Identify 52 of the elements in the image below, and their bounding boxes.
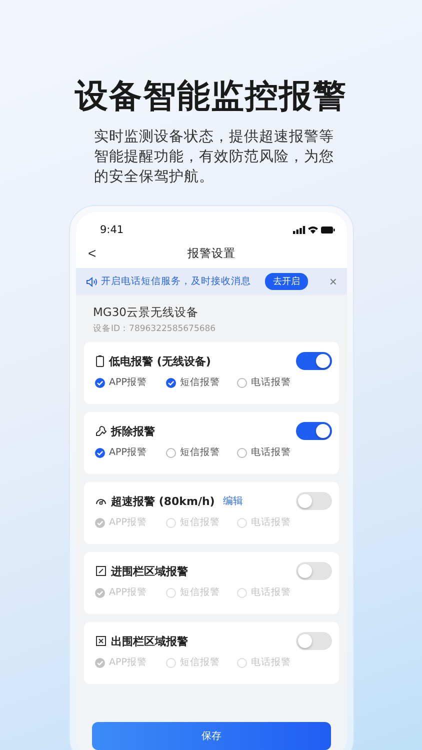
option-label: APP报警 — [109, 446, 147, 459]
alert-title: 拆除报警 — [111, 424, 155, 438]
check-circle[interactable] — [166, 378, 176, 388]
option-label: APP报警 — [109, 376, 147, 389]
headline: 设备智能监控报警 — [74, 75, 348, 117]
option-label: 短信报警 — [180, 446, 220, 459]
option-label: 短信报警 — [180, 656, 220, 669]
enable-button[interactable]: 去开启 — [265, 273, 308, 290]
option-label: APP报警 — [109, 516, 147, 529]
subtitle: 实时监测设备状态，提供超速报警等智能提醒功能，有效防范风险，为您的安全保驾护航。 — [94, 128, 335, 187]
toggle-switch[interactable] — [296, 492, 332, 510]
edit-link[interactable]: 编辑 — [222, 494, 243, 508]
option-label: APP报警 — [109, 586, 147, 599]
check-circle[interactable] — [166, 448, 176, 458]
option-label: 电话报警 — [251, 376, 291, 389]
page-title: 报警设置 — [188, 246, 236, 260]
option-label: 短信报警 — [180, 376, 220, 389]
option-label: 电话报警 — [251, 446, 291, 459]
toggle-switch[interactable] — [296, 352, 332, 370]
wrench-icon — [95, 425, 107, 437]
alert-title: 进围栏区域报警 — [111, 564, 188, 578]
option-label: 短信报警 — [180, 516, 220, 529]
alert-title: 出围栏区域报警 — [111, 634, 188, 648]
option-label: 电话报警 — [251, 586, 291, 599]
close-button[interactable]: × — [329, 274, 337, 289]
check-circle[interactable] — [237, 378, 247, 388]
option-label: 短信报警 — [180, 586, 220, 599]
check-circle[interactable] — [95, 378, 105, 388]
option-label: 电话报警 — [251, 656, 291, 669]
battery-icon — [95, 355, 105, 367]
toggle-switch[interactable] — [296, 422, 332, 440]
save-button[interactable]: 保存 — [92, 722, 331, 750]
check-circle[interactable] — [95, 518, 105, 528]
check-circle[interactable] — [237, 448, 247, 458]
check-circle[interactable] — [95, 658, 105, 668]
fence-area-icon — [95, 635, 107, 647]
option-label: 电话报警 — [251, 516, 291, 529]
check-circle[interactable] — [95, 588, 105, 598]
fence-area-icon — [95, 565, 107, 577]
alert-title: 低电报警 (无线设备) — [109, 354, 211, 368]
toggle-switch[interactable] — [296, 632, 332, 650]
status-time: 9:41 — [100, 224, 124, 236]
check-circle[interactable] — [95, 448, 105, 458]
speaker-icon — [86, 276, 97, 286]
option-label: APP报警 — [109, 656, 147, 669]
device-name: MG30云景无线设备 — [93, 305, 200, 320]
notice-text: 开启电话短信服务，及时接收消息 — [101, 275, 251, 288]
device-id: 设备ID：7896322585675686 — [93, 323, 217, 335]
back-button[interactable]: < — [84, 245, 100, 261]
toggle-switch[interactable] — [296, 562, 332, 580]
status-icons — [293, 225, 335, 235]
alert-title: 超速报警 (80km/h) — [111, 494, 215, 508]
